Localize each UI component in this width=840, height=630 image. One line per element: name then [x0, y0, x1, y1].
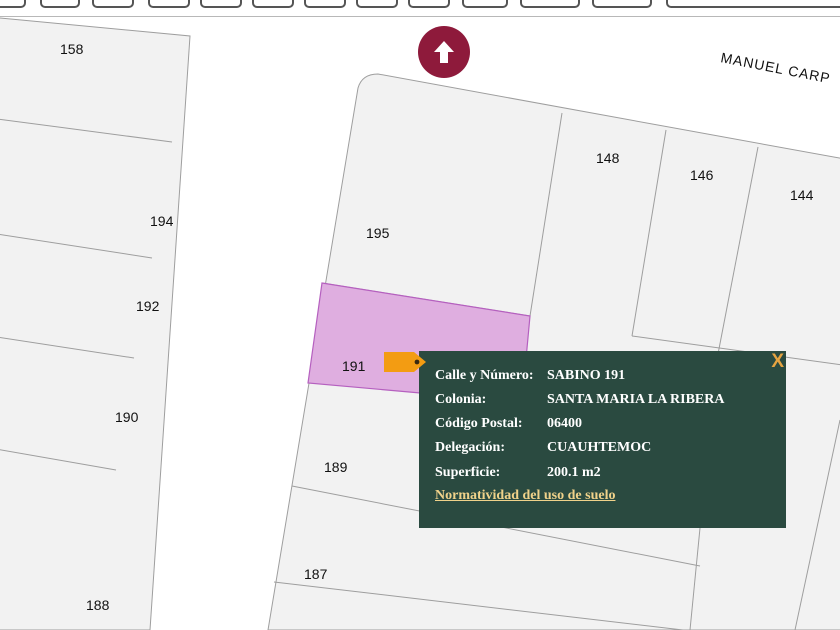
info-label: Colonia:	[435, 392, 487, 407]
info-value: SANTA MARIA LA RIBERA	[547, 392, 725, 407]
search-tool-button[interactable]	[666, 0, 840, 8]
select-area-tool-button[interactable]	[356, 0, 398, 8]
layers-tool-button[interactable]	[592, 0, 652, 8]
info-value: SABINO 191	[547, 368, 626, 383]
info-label: Calle y Número:	[435, 368, 534, 383]
lot-label-192: 192	[136, 298, 160, 314]
identify-tool-button[interactable]	[200, 0, 242, 8]
info-label: Delegación:	[435, 440, 505, 455]
zoom-out-tool-button[interactable]	[148, 0, 190, 8]
close-button[interactable]: X	[771, 351, 784, 373]
lot-label-158: 158	[60, 41, 84, 57]
lot-label-191: 191	[342, 358, 366, 374]
land-use-regulation-link[interactable]: Normatividad del uso de suelo	[435, 488, 615, 504]
measure-tool-button[interactable]	[252, 0, 294, 8]
info-value: 06400	[547, 416, 582, 431]
lot-label-144: 144	[790, 187, 814, 203]
map-canvas[interactable]: MANUEL CARP 158 194 192 190 188 195 191 …	[0, 17, 840, 630]
lot-label-189: 189	[324, 459, 348, 475]
pan-tool-button[interactable]	[0, 0, 26, 8]
lot-label-148: 148	[596, 150, 620, 166]
info-label: Código Postal:	[435, 416, 523, 431]
map-toolbar	[0, 0, 840, 17]
lot-label-188: 188	[86, 597, 110, 613]
tag-marker-icon[interactable]	[383, 351, 427, 373]
parcel-map: MANUEL CARP 158 194 192 190 188 195 191 …	[0, 17, 840, 630]
zoom-tool-button[interactable]	[40, 0, 80, 8]
lot-label-190: 190	[115, 409, 139, 425]
select-tool-button[interactable]	[304, 0, 346, 8]
info-value: 200.1 m2	[547, 465, 601, 480]
street-label: MANUEL CARP	[719, 49, 832, 86]
north-arrow-icon	[434, 41, 454, 63]
clear-select-tool-button[interactable]	[408, 0, 450, 8]
info-label: Superficie:	[435, 465, 501, 480]
ruler-tool-button[interactable]	[462, 0, 508, 8]
lot-label-194: 194	[150, 213, 174, 229]
lot-label-195: 195	[366, 225, 390, 241]
north-arrow-button[interactable]	[418, 26, 470, 78]
parcel-info-popup: X Calle y Número: SABINO 191 Colonia: SA…	[419, 351, 786, 528]
left-block	[0, 17, 191, 630]
print-tool-button[interactable]	[520, 0, 580, 8]
lot-label-187: 187	[304, 566, 328, 582]
info-value: CUAUHTEMOC	[547, 440, 652, 455]
zoom-in-tool-button[interactable]	[92, 0, 134, 8]
lot-label-146: 146	[690, 167, 714, 183]
